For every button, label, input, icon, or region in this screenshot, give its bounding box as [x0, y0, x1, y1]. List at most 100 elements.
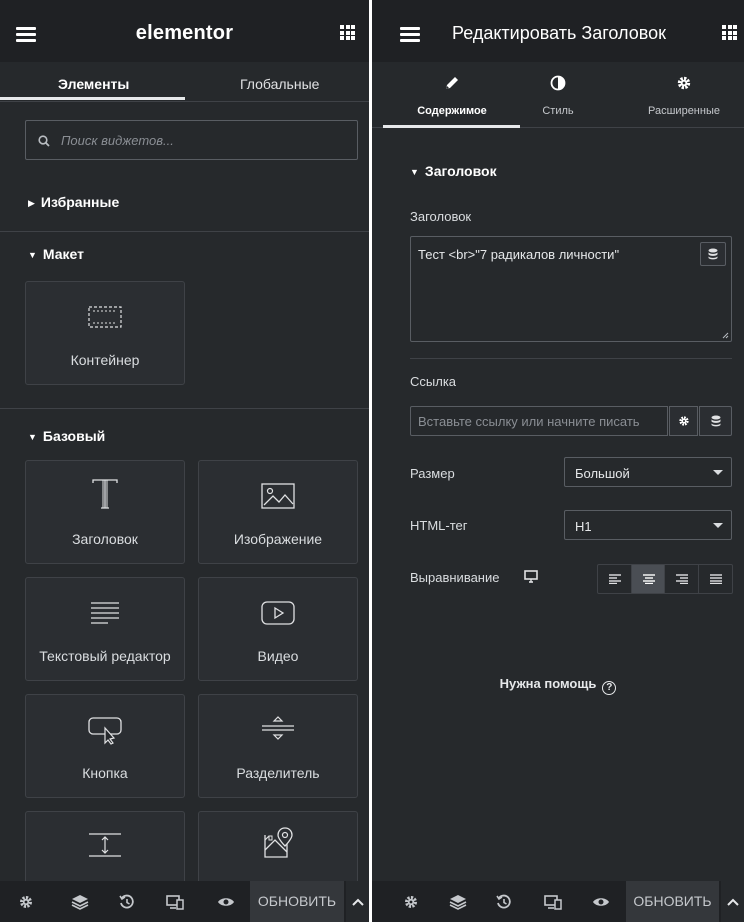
html-tag-value: H1	[575, 519, 592, 534]
widget-heading[interactable]: Заголовок	[25, 460, 185, 564]
category-layout[interactable]: ▼ Макет	[0, 246, 369, 262]
caret-down-icon: ▼	[28, 250, 37, 260]
resize-handle-icon	[722, 332, 729, 339]
panel-title: Редактировать Заголовок	[452, 23, 666, 43]
caret-down-icon	[713, 470, 723, 475]
align-center-button[interactable]	[631, 565, 665, 593]
align-left-button[interactable]	[598, 565, 632, 593]
align-center-icon	[642, 574, 655, 584]
chevron-up-icon	[727, 898, 739, 906]
align-right-icon	[676, 574, 688, 584]
alignment-choices	[597, 564, 733, 594]
size-select[interactable]: Большой	[564, 457, 732, 487]
database-icon	[711, 415, 721, 427]
history-icon[interactable]	[119, 894, 135, 915]
layers-icon[interactable]	[71, 894, 89, 915]
link-dynamic-tags-button[interactable]	[699, 406, 732, 436]
panel-footer: ОБНОВИТЬ	[372, 881, 744, 922]
update-button[interactable]: ОБНОВИТЬ	[250, 881, 344, 922]
responsive-mode-icon[interactable]	[166, 894, 184, 915]
settings-gear-icon[interactable]	[18, 894, 34, 915]
tab-global[interactable]: Глобальные	[240, 76, 319, 92]
panel-header: Редактировать Заголовок	[372, 0, 744, 62]
active-tab-indicator	[0, 97, 185, 100]
widget-label: Видео	[257, 648, 299, 664]
chevron-up-icon	[352, 898, 364, 906]
widget-search-input[interactable]: Поиск виджетов...	[25, 120, 358, 160]
align-justify-icon	[709, 574, 722, 584]
widgets-grid-icon[interactable]	[340, 25, 355, 40]
gear-icon	[622, 75, 744, 93]
align-right-button[interactable]	[665, 565, 699, 593]
widget-label: Разделитель	[236, 765, 320, 781]
category-favorites[interactable]: ▶ Избранные	[0, 194, 369, 210]
tab-elements[interactable]: Элементы	[58, 76, 129, 92]
size-field-label: Размер	[410, 466, 455, 481]
widget-label: Кнопка	[82, 765, 128, 781]
button-icon	[26, 713, 184, 745]
panel-header: elementor	[0, 0, 369, 62]
dynamic-tags-button[interactable]	[700, 242, 726, 266]
help-link[interactable]: Нужна помощь?	[372, 676, 744, 695]
spacer-icon	[26, 830, 184, 860]
text-editor-icon	[26, 596, 184, 626]
edit-heading-panel: Редактировать Заголовок Содержимое Стиль…	[372, 0, 744, 922]
tab-advanced[interactable]: Расширенные	[622, 62, 744, 128]
update-options-button[interactable]	[721, 881, 744, 922]
desktop-monitor-icon[interactable]	[524, 570, 538, 588]
widgets-grid-icon[interactable]	[722, 25, 737, 40]
video-icon	[199, 596, 357, 626]
update-options-button[interactable]	[346, 881, 369, 922]
link-field-label: Ссылка	[410, 374, 457, 389]
gear-icon	[679, 416, 689, 426]
size-value: Большой	[575, 466, 630, 481]
widget-divider[interactable]: Разделитель	[198, 694, 358, 798]
widget-text-editor[interactable]: Текстовый редактор	[25, 577, 185, 681]
image-icon	[199, 479, 357, 509]
tab-style[interactable]: Стиль	[496, 62, 620, 128]
widget-image[interactable]: Изображение	[198, 460, 358, 564]
editor-tabs: Содержимое Стиль Расширенные	[372, 62, 744, 128]
panel-footer: ОБНОВИТЬ	[0, 881, 369, 922]
question-circle-icon: ?	[602, 681, 617, 695]
section-divider	[410, 358, 732, 359]
layers-icon[interactable]	[449, 894, 467, 915]
preview-eye-icon[interactable]	[592, 894, 610, 914]
html-tag-select[interactable]: H1	[564, 510, 732, 540]
history-icon[interactable]	[496, 894, 512, 915]
link-input[interactable]	[411, 407, 667, 435]
widget-label: Изображение	[233, 531, 323, 547]
preview-eye-icon[interactable]	[217, 894, 235, 914]
responsive-mode-icon[interactable]	[544, 894, 562, 915]
category-label: Избранные	[40, 194, 120, 210]
title-textarea[interactable]: Тест <br>"7 радикалов личности"	[410, 236, 732, 342]
title-field-label: Заголовок	[410, 209, 472, 224]
search-placeholder: Поиск виджетов...	[61, 133, 174, 148]
google-maps-icon	[199, 827, 357, 860]
tab-label: Стиль	[542, 105, 574, 117]
tab-label: Расширенные	[648, 105, 720, 117]
elementor-logo: elementor	[135, 22, 234, 44]
category-basic[interactable]: ▼ Базовый	[0, 428, 369, 444]
category-label: Макет	[42, 246, 85, 262]
widget-video[interactable]: Видео	[198, 577, 358, 681]
align-justify-button[interactable]	[699, 565, 732, 593]
active-tab-indicator	[383, 125, 520, 128]
panel-tabs: Элементы Глобальные	[0, 62, 369, 102]
link-input-wrapper	[410, 406, 668, 436]
link-options-button[interactable]	[669, 406, 698, 436]
widget-label: Контейнер	[70, 352, 140, 368]
widgets-panel: elementor Элементы Глобальные Поиск видж…	[0, 0, 369, 922]
title-value: Тест <br>"7 радикалов личности"	[418, 247, 620, 262]
widget-button[interactable]: Кнопка	[25, 694, 185, 798]
help-label: Нужна помощь	[499, 676, 597, 691]
caret-down-icon: ▼	[410, 167, 419, 177]
widget-container[interactable]: Контейнер	[25, 281, 185, 385]
hamburger-menu-icon[interactable]	[400, 27, 420, 42]
section-heading-toggle[interactable]: ▼ Заголовок	[410, 163, 497, 179]
divider-icon	[199, 713, 357, 743]
html-tag-field-label: HTML-тег	[410, 518, 468, 533]
update-button[interactable]: ОБНОВИТЬ	[626, 881, 719, 922]
category-label: Базовый	[42, 428, 106, 444]
settings-gear-icon[interactable]	[403, 894, 419, 915]
